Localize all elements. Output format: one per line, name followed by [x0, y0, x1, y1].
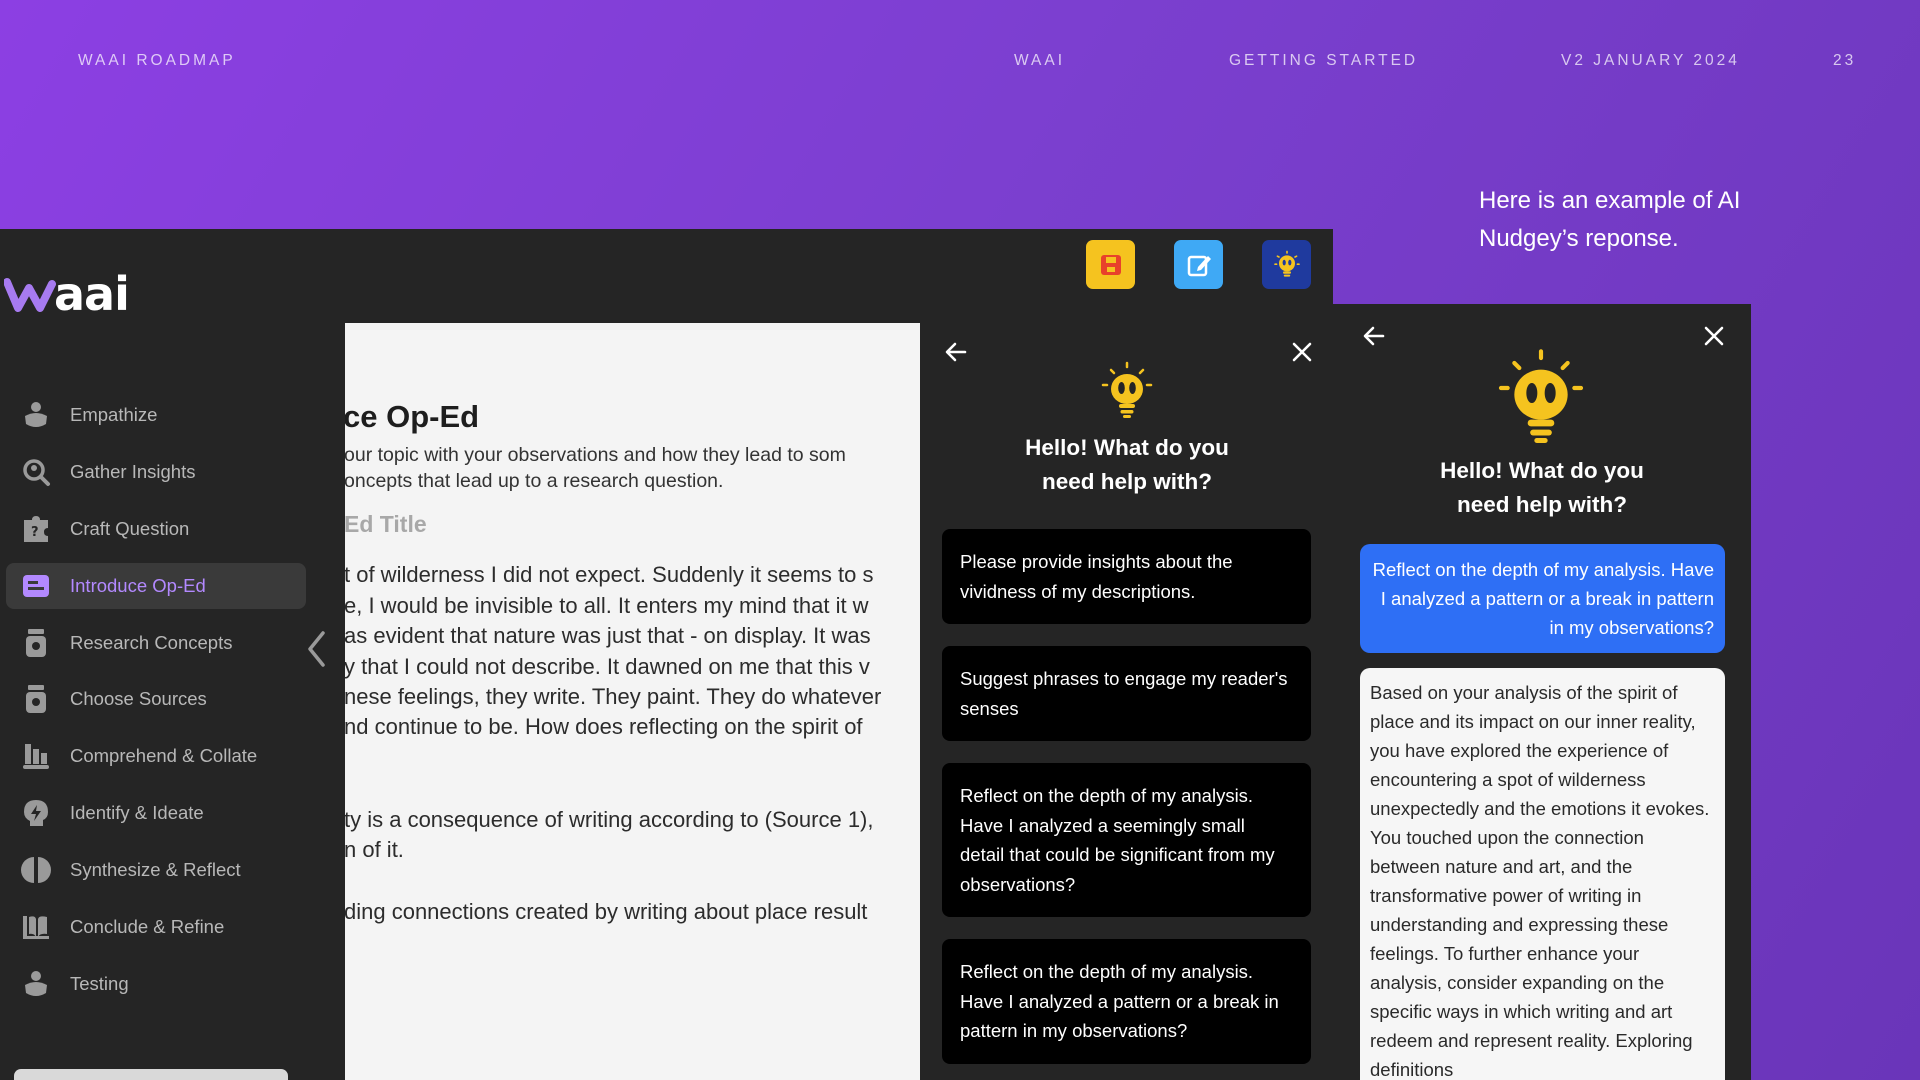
- books-hand-icon: [20, 740, 52, 772]
- sidebar-item-label: Testing: [70, 973, 129, 994]
- nudgey-panel: Hello! What do you need help with? Pleas…: [921, 323, 1333, 1080]
- sidebar-item-testing[interactable]: Testing: [6, 961, 306, 1007]
- nudgey-bulb-icon: [1097, 361, 1157, 425]
- header-version: V2 JANUARY 2024: [1561, 52, 1740, 69]
- close-button[interactable]: [1289, 339, 1315, 369]
- greeting-text: Hello! What do you need help with?: [921, 431, 1333, 499]
- op-ed-title-field[interactable]: Ed Title: [345, 511, 427, 538]
- nudgey-button[interactable]: [1262, 240, 1311, 289]
- slide-caption: Here is an example of AI Nudgey’s repons…: [1479, 187, 1741, 252]
- doc-paragraph-line: ty is a consequence of writing according…: [345, 807, 874, 832]
- doc-intro-line: oncepts that lead up to a research quest…: [345, 470, 724, 492]
- svg-text:?: ?: [31, 525, 39, 540]
- sidebar-item-label: Gather Insights: [70, 461, 196, 482]
- greeting-text: Hello! What do you need help with?: [1333, 454, 1751, 522]
- page-title: ce Op-Ed: [345, 399, 480, 434]
- chevron-left-icon: [308, 631, 325, 667]
- sidebar-item-research-concepts[interactable]: Research Concepts: [6, 620, 306, 666]
- close-button[interactable]: [1701, 323, 1727, 353]
- jar-icon: [20, 627, 52, 659]
- doc-paragraph-line: nese feelings, they write. They paint. T…: [345, 684, 882, 709]
- open-book-icon: [20, 911, 52, 943]
- close-icon: [1704, 326, 1724, 346]
- sidebar-item-introduce-op-ed[interactable]: Introduce Op-Ed: [6, 563, 306, 609]
- sidebar-item-label: Research Concepts: [70, 632, 233, 653]
- doc-paragraph-line: y that I could not describe. It dawned o…: [345, 654, 870, 679]
- nudgey-bulb-icon: [1491, 348, 1591, 452]
- doc-paragraph-line: as evident that nature was just that - o…: [345, 623, 871, 648]
- arrow-left-icon: [945, 342, 967, 362]
- user-message-bubble: Reflect on the depth of my analysis. Hav…: [1360, 544, 1725, 653]
- back-button[interactable]: [943, 339, 969, 369]
- top-toolbar: [1086, 240, 1311, 289]
- suggestion-button[interactable]: Reflect on the depth of my analysis. Hav…: [942, 939, 1311, 1064]
- doc-paragraph-line: e, I would be invisible to all. It enter…: [345, 593, 869, 618]
- doc-intro-line: our topic with your observations and how…: [345, 444, 846, 466]
- arrow-left-icon: [1363, 326, 1385, 346]
- back-button[interactable]: [1361, 323, 1387, 353]
- waai-logo[interactable]: aai: [4, 267, 130, 321]
- sidebar-item-label: Choose Sources: [70, 688, 207, 709]
- suggestion-button[interactable]: Suggest phrases to engage my reader's se…: [942, 646, 1311, 741]
- sidebar-item-label: Synthesize & Reflect: [70, 859, 241, 880]
- greeting-line: need help with?: [1041, 469, 1212, 494]
- app-window: aai Empathize Gather Insights ? Craft Qu…: [0, 229, 1333, 1080]
- heart-hand-icon: [20, 399, 52, 431]
- suggestion-button[interactable]: Please provide insights about the vividn…: [942, 529, 1311, 624]
- save-button[interactable]: [1086, 240, 1135, 289]
- sidebar-item-synthesize-reflect[interactable]: Synthesize & Reflect: [6, 847, 306, 893]
- header-page-number: 23: [1833, 52, 1857, 69]
- sidebar-item-gather-insights[interactable]: Gather Insights: [6, 449, 306, 495]
- document-editor[interactable]: ce Op-Ed our topic with your observation…: [345, 323, 920, 1080]
- logo-wordmark: aai: [54, 267, 130, 321]
- slide-header: WAAI ROADMAP WAAI GETTING STARTED V2 JAN…: [0, 52, 1920, 72]
- collapse-sidebar-button[interactable]: [304, 629, 330, 673]
- header-brand: WAAI: [1014, 52, 1066, 69]
- doc-paragraph-line: n of it.: [345, 837, 404, 862]
- head-lightning-icon: [20, 797, 52, 829]
- close-icon: [1292, 342, 1312, 362]
- nudgey-response-panel: Hello! What do you need help with? Refle…: [1333, 304, 1751, 1080]
- split-circle-icon: [20, 854, 52, 886]
- header-roadmap: WAAI ROADMAP: [78, 52, 236, 69]
- sidebar-item-label: Conclude & Refine: [70, 916, 225, 937]
- sidebar-item-comprehend-collate[interactable]: Comprehend & Collate: [6, 733, 306, 779]
- suggestion-button[interactable]: Reflect on the depth of my analysis. Hav…: [942, 763, 1311, 917]
- sidebar-item-label: Identify & Ideate: [70, 802, 204, 823]
- sidebar-item-craft-question[interactable]: ? Craft Question: [6, 506, 306, 552]
- greeting-line: need help with?: [1456, 492, 1627, 517]
- sidebar-item-choose-sources[interactable]: Choose Sources: [6, 676, 306, 722]
- save-icon: [1100, 254, 1121, 275]
- sidebar-item-label: Craft Question: [70, 518, 190, 539]
- logo-w-icon: [4, 278, 56, 312]
- document-icon: [20, 570, 52, 602]
- edit-button[interactable]: [1174, 240, 1223, 289]
- heart-hand-icon: [20, 968, 52, 1000]
- magnifier-icon: [20, 456, 52, 488]
- sidebar-item-label: Empathize: [70, 404, 158, 425]
- sidebar-item-conclude-refine[interactable]: Conclude & Refine: [6, 904, 306, 950]
- jar-icon: [20, 683, 52, 715]
- doc-paragraph-line: t of wilderness I did not expect. Sudden…: [345, 562, 874, 587]
- sidebar-item-identify-ideate[interactable]: Identify & Ideate: [6, 790, 306, 836]
- doc-paragraph-line: nd continue to be. How does reflecting o…: [345, 714, 863, 739]
- sidebar-item-empathize[interactable]: Empathize: [6, 392, 306, 438]
- greeting-line: Hello! What do you: [1025, 435, 1229, 460]
- sidebar-item-label: Comprehend & Collate: [70, 745, 258, 766]
- edit-icon: [1187, 255, 1211, 276]
- greeting-line: Hello! What do you: [1440, 458, 1644, 483]
- sidebar-bottom-button[interactable]: [14, 1069, 288, 1080]
- sidebar-item-label: Introduce Op-Ed: [70, 575, 206, 596]
- puzzle-question-icon: ?: [20, 513, 52, 545]
- doc-paragraph-line: ding connections created by writing abou…: [345, 899, 868, 924]
- header-section: GETTING STARTED: [1229, 52, 1419, 69]
- assistant-message-bubble: Based on your analysis of the spirit of …: [1360, 668, 1725, 1080]
- nudgey-icon: [1273, 250, 1300, 277]
